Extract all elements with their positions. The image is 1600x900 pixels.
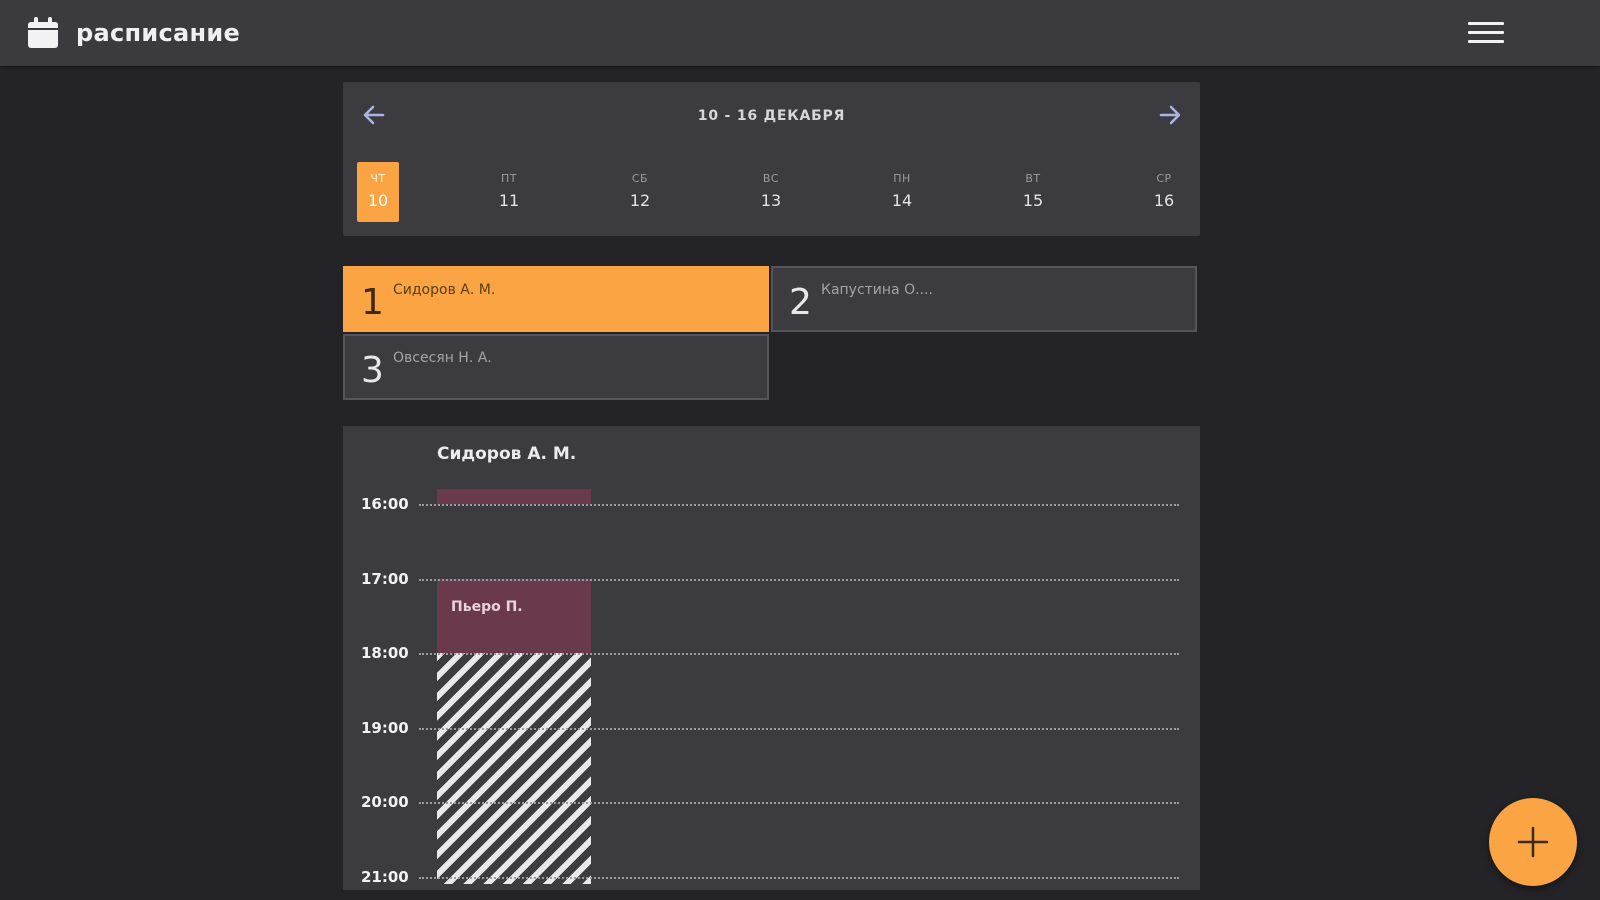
day-number: 11: [498, 191, 520, 210]
app-title: расписание: [76, 19, 241, 47]
hour-gridline: [419, 504, 1179, 506]
hour-gridline: [419, 727, 1179, 730]
teacher-item[interactable]: 2 Капустина О....: [771, 266, 1197, 332]
time-label: 21:00: [361, 867, 409, 886]
day-number: 14: [891, 191, 913, 210]
day-number: 16: [1153, 191, 1175, 210]
hour-gridline: [419, 578, 1179, 581]
day-item[interactable]: ПН 14: [881, 162, 923, 222]
top-bar: расписание: [0, 0, 1600, 66]
teacher-item[interactable]: 3 Овсесян Н. А.: [343, 334, 769, 400]
time-label: 20:00: [361, 793, 409, 811]
booked-slot[interactable]: Пьеро П.: [437, 578, 591, 653]
hour-gridline: [419, 802, 1179, 804]
add-button[interactable]: [1489, 798, 1577, 886]
day-number: 12: [629, 191, 651, 210]
unavailable-slot: [437, 653, 591, 884]
calendar-icon: [26, 16, 60, 50]
day-item[interactable]: ВТ 15: [1012, 162, 1054, 222]
teacher-name: Капустина О....: [821, 282, 933, 298]
time-label: 18:00: [361, 644, 409, 662]
schedule-panel: Сидоров А. М. Пьеро П. 16:00 17:00 18:00 19:…: [343, 426, 1200, 890]
day-of-week: СБ: [631, 172, 649, 185]
day-of-week: ЧТ: [370, 172, 386, 185]
teacher-number: 1: [361, 282, 384, 323]
booked-slot-label: Пьеро П.: [451, 598, 523, 615]
day-item[interactable]: ПТ 11: [488, 162, 530, 222]
day-of-week: ПН: [893, 172, 911, 185]
time-label: 19:00: [361, 718, 409, 737]
day-number: 15: [1022, 191, 1044, 210]
time-label: 16:00: [361, 495, 409, 513]
day-of-week: ПТ: [501, 172, 517, 185]
schedule-teacher-name: Сидоров А. М.: [437, 444, 577, 464]
day-strip: ЧТ 10 ПТ 11 СБ 12 ВС 13 ПН 14 ВТ 15 СР 1…: [357, 162, 1187, 222]
teacher-number: 3: [361, 350, 384, 391]
day-item[interactable]: СБ 12: [619, 162, 661, 222]
plus-icon: [1517, 826, 1549, 858]
day-of-week: ВС: [762, 172, 780, 185]
arrow-right-icon[interactable]: [1153, 98, 1187, 132]
time-label: 17:00: [361, 569, 409, 588]
teacher-name: Сидоров А. М.: [393, 282, 496, 298]
day-item[interactable]: СР 16: [1143, 162, 1185, 222]
day-of-week: СР: [1156, 172, 1172, 185]
teacher-number: 2: [789, 282, 812, 323]
day-number: 10: [367, 191, 389, 210]
day-of-week: ВТ: [1025, 172, 1041, 185]
hamburger-menu-icon[interactable]: [1466, 18, 1506, 48]
hour-gridline: [419, 876, 1179, 879]
day-item[interactable]: ВС 13: [750, 162, 792, 222]
hour-gridline: [419, 653, 1179, 655]
teacher-name: Овсесян Н. А.: [393, 350, 492, 366]
week-range-label: 10 - 16 ДЕКАБРЯ: [697, 108, 846, 124]
day-number: 13: [760, 191, 782, 210]
day-item[interactable]: ЧТ 10: [357, 162, 399, 222]
teacher-item[interactable]: 1 Сидоров А. М.: [343, 266, 769, 332]
booked-slot[interactable]: [437, 489, 591, 504]
week-selector: 10 - 16 ДЕКАБРЯ ЧТ 10 ПТ 11 СБ 12 ВС 13 …: [343, 82, 1200, 236]
teacher-grid: 1 Сидоров А. М. 2 Капустина О.... 3 Овсе…: [343, 266, 1200, 404]
